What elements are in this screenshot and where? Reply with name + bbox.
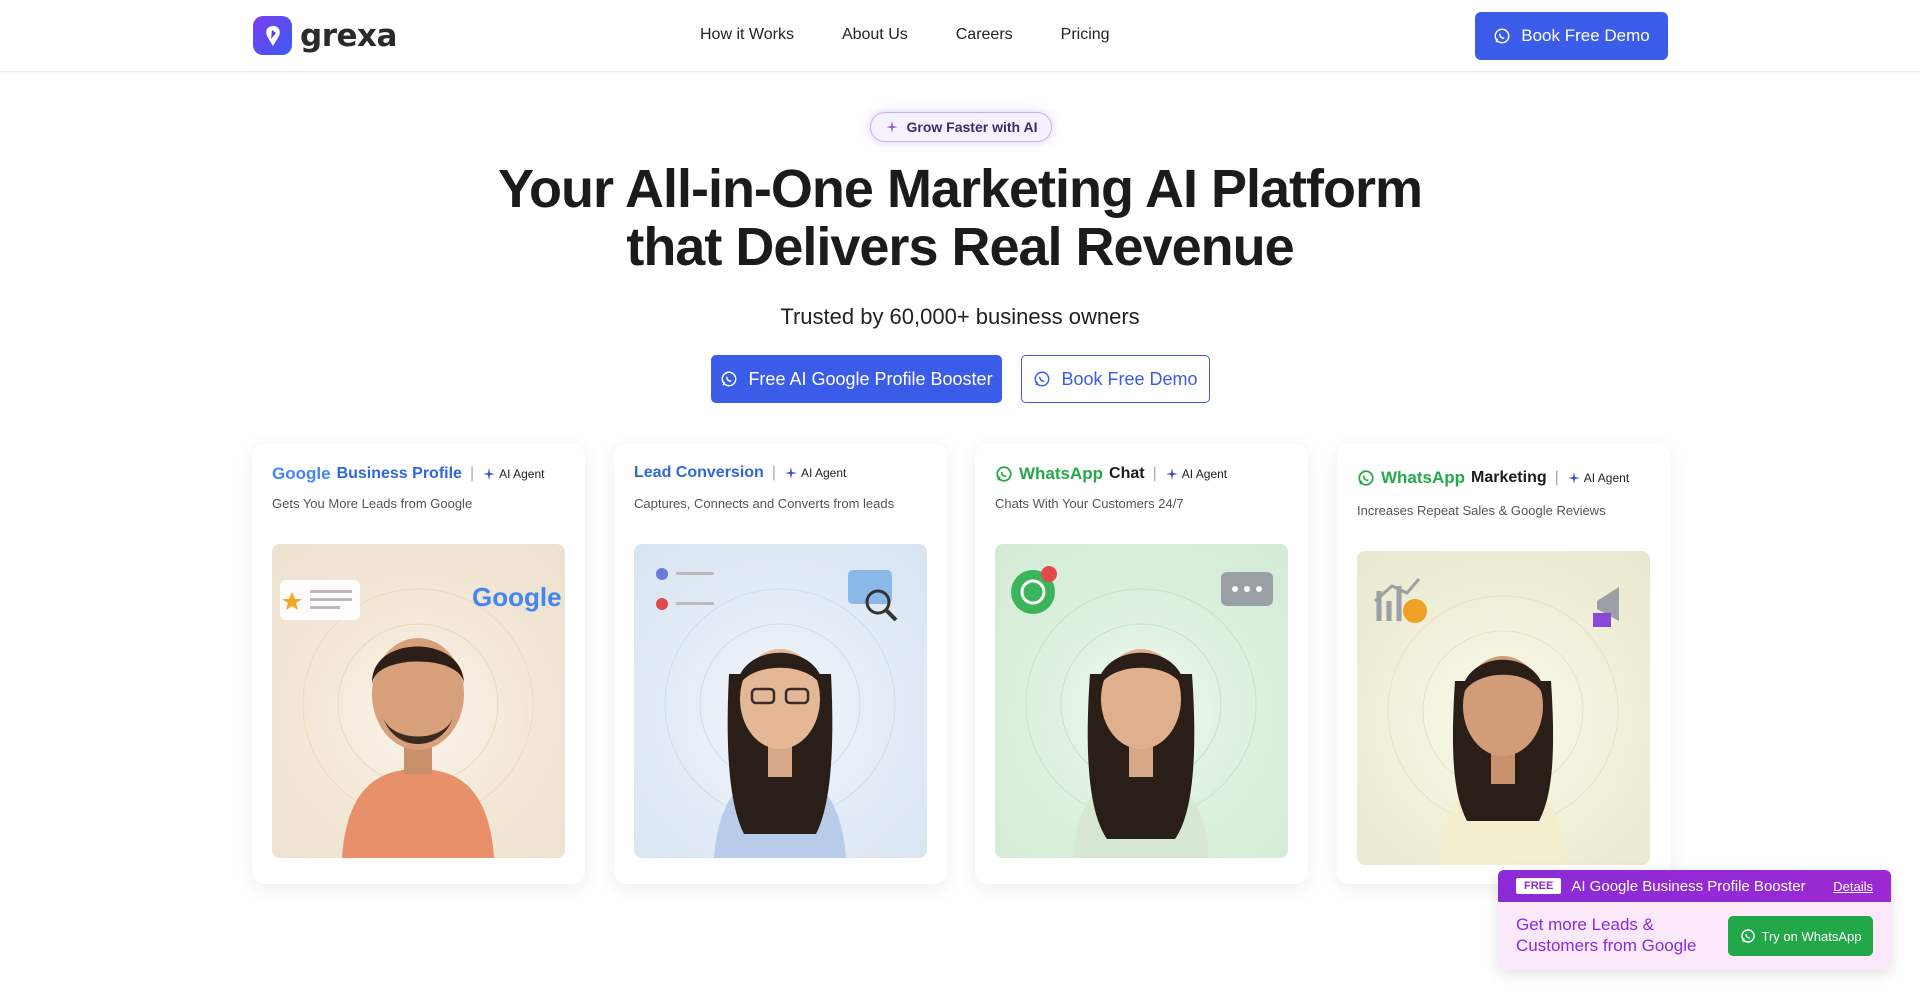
agent-card-whatsapp-marketing[interactable]: WhatsApp Marketing | AI Agent Increases … (1337, 444, 1670, 884)
hero-subtitle: Trusted by 60,000+ business owners (780, 304, 1140, 329)
divider: | (469, 465, 475, 482)
card-title: Marketing (1471, 469, 1547, 486)
nav-pricing[interactable]: Pricing (1061, 26, 1110, 44)
agent-card-business-profile[interactable]: Google Business Profile | AI Agent Gets … (252, 444, 585, 884)
agent-portrait (995, 544, 1288, 858)
promo-header: FREE AI Google Business Profile Booster … (1498, 870, 1891, 902)
brand-logo[interactable]: grexa (253, 16, 397, 55)
ai-agent-tag: AI Agent (1567, 471, 1629, 485)
whatsapp-wordmark: WhatsApp (1019, 464, 1104, 483)
logo-pin-icon (253, 16, 292, 55)
hero-book-demo-button[interactable]: Book Free Demo (1021, 355, 1210, 403)
card-description: Gets You More Leads from Google (272, 496, 473, 511)
promo-details-link[interactable]: Details (1833, 879, 1873, 894)
whatsapp-icon (1494, 28, 1510, 44)
brand-name: grexa (300, 17, 397, 54)
ai-agent-label: AI Agent (499, 467, 545, 481)
try-on-whatsapp-label: Try on WhatsApp (1761, 928, 1862, 944)
agent-card-lead-conversion[interactable]: Lead Conversion | AI Agent Captures, Con… (614, 444, 947, 884)
portrait-illustration: Google (280, 580, 562, 858)
card-title: Lead Conversion (634, 464, 764, 481)
card-header: Lead Conversion | AI Agent (634, 464, 846, 482)
nav-book-demo-button[interactable]: Book Free Demo (1475, 12, 1668, 60)
whatsapp-icon (996, 466, 1012, 482)
divider: | (1152, 465, 1157, 482)
promo-title: AI Google Business Profile Booster (1571, 877, 1806, 895)
card-header: WhatsApp Chat | AI Agent (995, 464, 1227, 484)
nav-how-it-works[interactable]: How it Works (700, 26, 794, 44)
ai-agent-tag: AI Agent (482, 467, 544, 481)
sparkle-icon (1165, 468, 1178, 480)
try-on-whatsapp-button[interactable]: Try on WhatsApp (1728, 916, 1873, 956)
nav-about-us[interactable]: About Us (842, 26, 908, 44)
card-title: Chat (1109, 465, 1145, 482)
whatsapp-icon (1740, 929, 1755, 943)
ai-agent-tag: AI Agent (1165, 467, 1227, 481)
card-header: Google Business Profile | AI Agent (272, 464, 544, 484)
hero-title-line1: Your All-in-One Marketing AI Platform (497, 159, 1423, 219)
whatsapp-icon (1358, 470, 1374, 486)
portrait-illustration (656, 568, 898, 858)
divider: | (1554, 469, 1559, 486)
sparkle-icon (483, 468, 496, 480)
promo-banner: FREE AI Google Business Profile Booster … (1498, 870, 1891, 970)
promo-message: Get more Leads & Customers from Google (1516, 915, 1697, 955)
sparkle-icon (784, 467, 797, 479)
hero-title: Your All-in-One Marketing AI Platform th… (0, 160, 1920, 276)
nav-careers[interactable]: Careers (956, 26, 1013, 44)
promo-body: Get more Leads & Customers from Google T… (1498, 902, 1891, 970)
card-description: Increases Repeat Sales & Google Reviews (1357, 503, 1606, 518)
card-description: Captures, Connects and Converts from lea… (634, 496, 895, 511)
top-navbar: grexa How it Works About Us Careers Pric… (0, 0, 1920, 72)
google-profile-booster-label: Free AI Google Profile Booster (748, 368, 993, 389)
free-badge: FREE (1516, 878, 1562, 894)
agent-portrait (634, 544, 927, 858)
portrait-illustration (1374, 578, 1619, 865)
whatsapp-icon (721, 371, 737, 387)
svg-text:Google: Google (472, 582, 562, 612)
ai-agent-tag: AI Agent (784, 466, 846, 480)
card-description: Chats With Your Customers 24/7 (995, 496, 1184, 511)
agent-portrait (1357, 551, 1650, 865)
whatsapp-icon (1034, 371, 1050, 387)
ai-agent-label: AI Agent (1181, 467, 1228, 481)
agent-card-whatsapp-chat[interactable]: WhatsApp Chat | AI Agent Chats With Your… (975, 444, 1308, 884)
sparkle-icon (885, 121, 898, 133)
ai-agent-label: AI Agent (800, 466, 847, 480)
whatsapp-wordmark: WhatsApp (1381, 468, 1466, 487)
google-profile-booster-button[interactable]: Free AI Google Profile Booster (711, 355, 1002, 403)
nav-book-demo-label: Book Free Demo (1521, 26, 1650, 45)
grow-faster-pill: Grow Faster with AI (870, 112, 1052, 142)
card-header: WhatsApp Marketing | AI Agent (1357, 468, 1629, 488)
hero-book-demo-label: Book Free Demo (1061, 368, 1198, 389)
pill-label: Grow Faster with AI (906, 119, 1038, 135)
portrait-illustration (1011, 566, 1273, 858)
google-logo: Google (272, 464, 331, 483)
agent-portrait: Google (272, 544, 565, 858)
divider: | (771, 464, 776, 481)
hero-title-line2: that Delivers Real Revenue (626, 217, 1294, 277)
ai-agent-label: AI Agent (1583, 471, 1630, 485)
sparkle-icon (1567, 472, 1580, 484)
main-nav: How it Works About Us Careers Pricing (700, 26, 1110, 44)
card-title: Business Profile (336, 465, 462, 482)
